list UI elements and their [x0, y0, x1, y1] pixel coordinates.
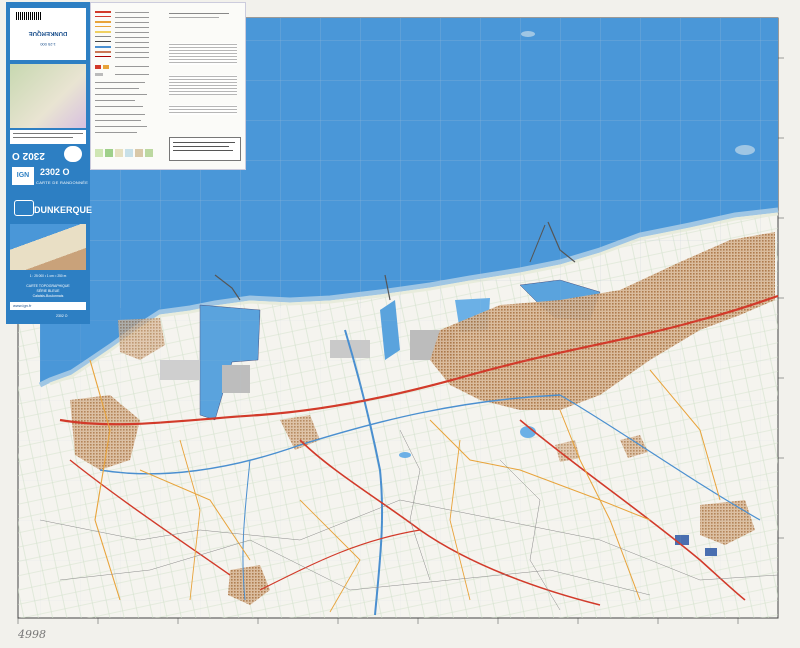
- legend-panel: [90, 2, 246, 170]
- barcode-icon: [16, 12, 42, 20]
- ign-logo-back: [64, 146, 82, 162]
- landcover-swatches: [95, 149, 157, 159]
- title: DUNKERQUE: [34, 205, 93, 215]
- inset-map-back: [10, 64, 86, 128]
- handwritten-annotation: 4998: [18, 628, 46, 641]
- website-band: www.ign.fr: [10, 302, 86, 310]
- scale-line: 1 : 25 000 • 1 cm = 250 m: [29, 274, 67, 278]
- back-title: DUNKERQUE: [28, 30, 68, 36]
- back-text-band: [10, 130, 86, 144]
- cover-panel: DUNKERQUE 1:25 000 2302 O IGN 2302 O CAR…: [6, 2, 93, 324]
- series-line3: Calaisis-Boulonnais: [32, 294, 64, 298]
- website: www.ign.fr: [13, 303, 32, 308]
- ign-logo: IGN: [12, 167, 34, 185]
- legend-column-right: [165, 3, 245, 169]
- cover-inset-map: [10, 224, 86, 270]
- back-cover-block: DUNKERQUE 1:25 000: [10, 8, 86, 60]
- legend-notice-box: [169, 137, 241, 161]
- sheet-number-back: 2302 O: [12, 150, 45, 161]
- fold-code: 2302 O: [56, 314, 68, 318]
- series-line1: CARTE TOPOGRAPHIQUE: [26, 284, 70, 288]
- back-scale: 1:25 000: [40, 42, 56, 47]
- series-line2: SÉRIE BLEUE: [36, 289, 60, 293]
- product-name: CARTE DE RANDONNÉE: [36, 180, 89, 185]
- title-emblem: [14, 200, 34, 216]
- legend-column-left: [91, 3, 161, 169]
- sheet-number: 2302 O: [40, 167, 70, 177]
